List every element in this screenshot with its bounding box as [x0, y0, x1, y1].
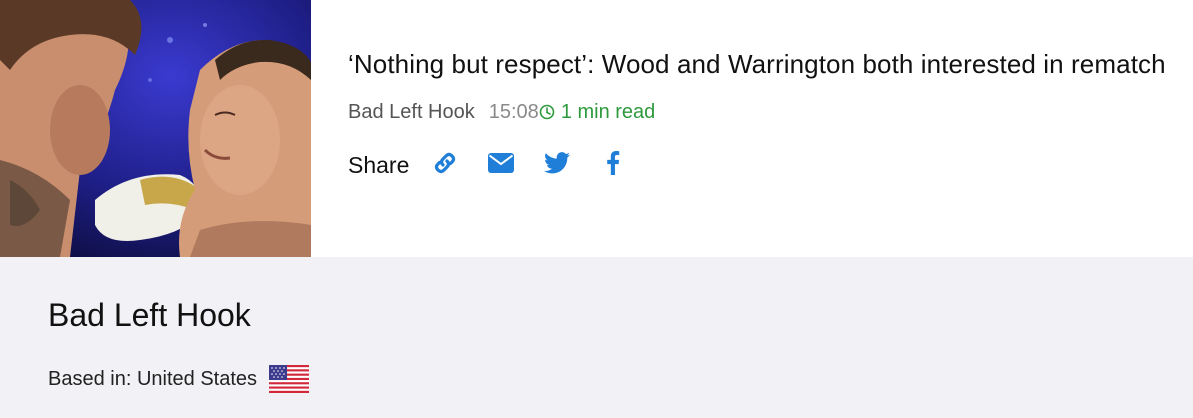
- article-body: ‘Nothing but respect’: Wood and Warringt…: [348, 46, 1168, 179]
- facebook-icon: [607, 150, 620, 175]
- us-flag-icon: [269, 365, 310, 393]
- email-icon: [488, 152, 515, 173]
- twitter-icon: [544, 151, 571, 173]
- clock-icon: [539, 104, 555, 120]
- link-icon: [435, 152, 456, 173]
- article-source[interactable]: Bad Left Hook: [348, 100, 475, 124]
- article-meta: Bad Left Hook 15:08 1 min read: [348, 100, 1168, 124]
- share-facebook-button[interactable]: [599, 149, 627, 177]
- based-in-label: Based in: United States: [48, 367, 258, 390]
- share-bar: Share: [348, 146, 1168, 179]
- publisher-name[interactable]: Bad Left Hook: [48, 297, 251, 334]
- publisher-location: Based in: United States: [48, 365, 310, 393]
- article-time: 15:08: [488, 101, 539, 123]
- article-headline[interactable]: ‘Nothing but respect’: Wood and Warringt…: [348, 46, 1168, 82]
- publisher-footer: Bad Left Hook Based in: United States: [0, 257, 1193, 418]
- share-link-button[interactable]: [431, 149, 459, 177]
- share-twitter-button[interactable]: [543, 149, 571, 177]
- boxing-photo-image: [0, 0, 311, 257]
- article-card: ‘Nothing but respect’: Wood and Warringt…: [0, 0, 1193, 257]
- read-time: 1 min read: [539, 100, 656, 124]
- share-label: Share: [348, 152, 410, 178]
- article-thumbnail[interactable]: [0, 0, 311, 257]
- share-email-button[interactable]: [487, 149, 515, 177]
- read-time-label: 1 min read: [560, 101, 656, 123]
